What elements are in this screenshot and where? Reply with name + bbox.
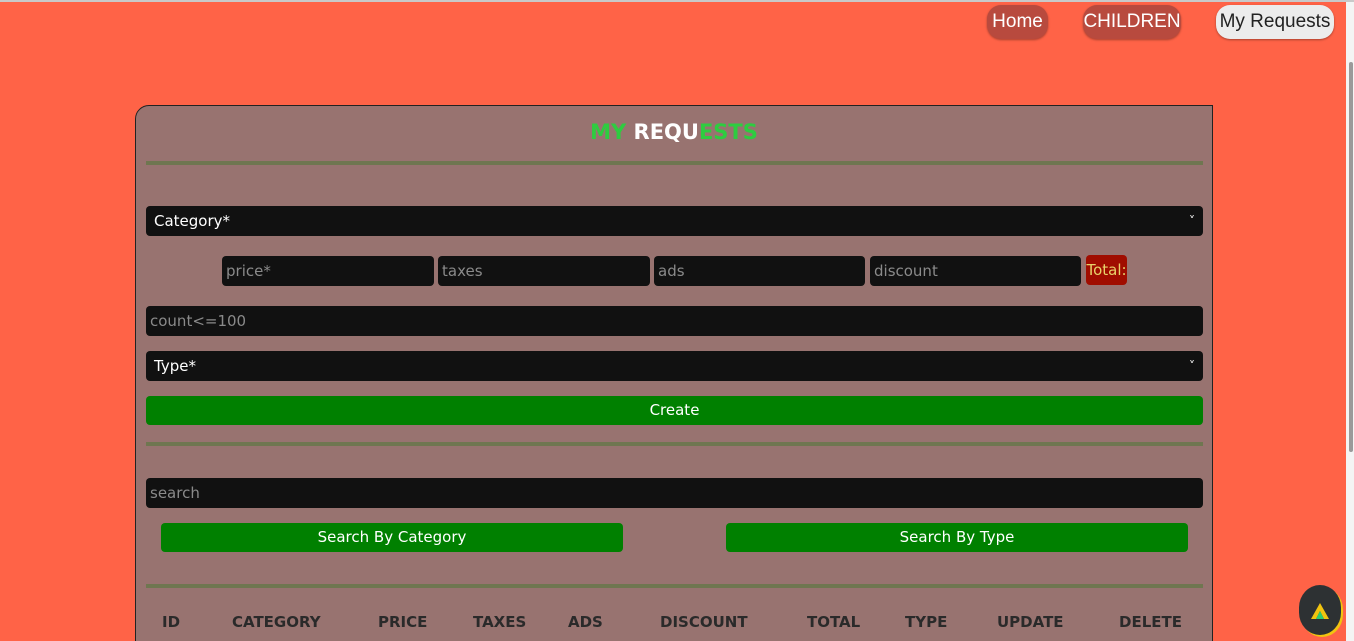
- title-part-requ: REQU: [633, 120, 699, 144]
- page-title: MY REQUESTS: [136, 120, 1212, 144]
- count-input[interactable]: count<=100: [146, 306, 1203, 336]
- title-part-my: MY: [590, 120, 634, 144]
- scrollbar-thumb[interactable]: [1349, 62, 1353, 452]
- type-select-value: Type*: [154, 357, 196, 375]
- title-part-ests: ESTS: [698, 120, 758, 144]
- taxes-input[interactable]: taxes: [438, 256, 650, 286]
- discount-input[interactable]: discount: [870, 256, 1081, 286]
- requests-panel: MY REQUESTS Category* ˅ price* taxes ads…: [135, 105, 1213, 641]
- nav-home-link[interactable]: Home: [987, 5, 1048, 39]
- table-header-total: TOTAL: [807, 613, 861, 631]
- table-header-type: TYPE: [905, 613, 948, 631]
- nav-children-link[interactable]: CHILDREN: [1083, 5, 1181, 39]
- divider-middle: [146, 442, 1203, 446]
- table-header-ads: ADS: [568, 613, 603, 631]
- scroll-to-top-button[interactable]: [1299, 585, 1341, 635]
- chevron-down-icon: ˅: [1189, 214, 1195, 228]
- table-header-delete: DELETE: [1119, 613, 1182, 631]
- create-button[interactable]: Create: [146, 396, 1203, 425]
- table-header-id: ID: [162, 613, 181, 631]
- page-scrollbar[interactable]: [1346, 2, 1354, 641]
- table-header-update: UPDATE: [997, 613, 1064, 631]
- table-header-discount: DISCOUNT: [660, 613, 748, 631]
- scroll-to-top-icon: [1311, 603, 1329, 619]
- category-select[interactable]: Category* ˅: [146, 206, 1203, 236]
- table-header-price: PRICE: [378, 613, 428, 631]
- nav-my-requests-link[interactable]: My Requests: [1216, 5, 1334, 39]
- ads-input[interactable]: ads: [654, 256, 865, 286]
- search-by-type-button[interactable]: Search By Type: [726, 523, 1188, 552]
- table-header-category: CATEGORY: [232, 613, 321, 631]
- price-input[interactable]: price*: [222, 256, 434, 286]
- top-nav: Home CHILDREN My Requests: [0, 5, 1354, 43]
- category-select-value: Category*: [154, 212, 231, 230]
- search-input[interactable]: search: [146, 478, 1203, 508]
- divider-top: [146, 161, 1203, 165]
- search-by-category-button[interactable]: Search By Category: [161, 523, 623, 552]
- divider-bottom: [146, 584, 1203, 588]
- type-select[interactable]: Type* ˅: [146, 351, 1203, 381]
- table-header-taxes: TAXES: [473, 613, 527, 631]
- total-badge: Total:: [1086, 255, 1127, 285]
- chevron-down-icon: ˅: [1189, 359, 1195, 373]
